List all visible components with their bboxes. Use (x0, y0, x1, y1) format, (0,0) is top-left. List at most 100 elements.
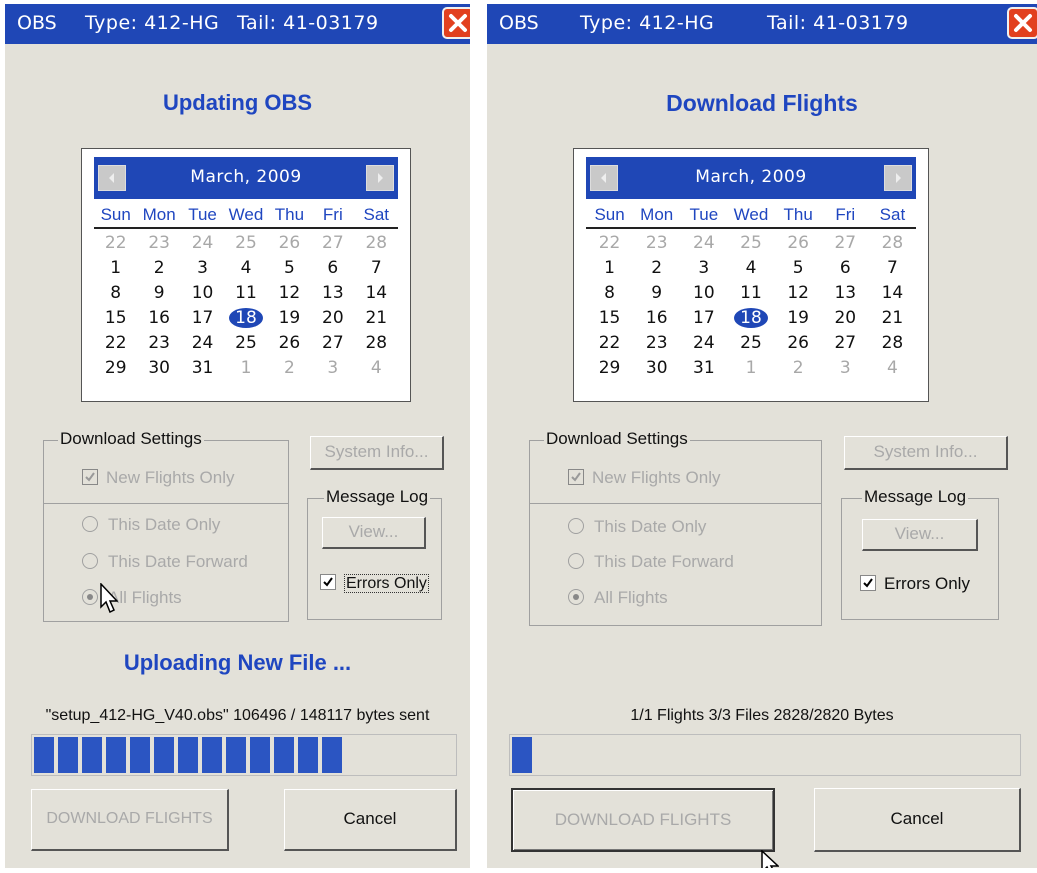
calendar-day-adjacent[interactable]: 25 (226, 231, 266, 255)
calendar-day[interactable]: 12 (778, 281, 818, 305)
calendar-day[interactable]: 29 (96, 356, 136, 380)
calendar-day[interactable]: 22 (96, 331, 136, 355)
system-info-button[interactable]: System Info... (844, 436, 1008, 470)
calendar-day-adjacent[interactable]: 24 (183, 231, 223, 255)
calendar-day[interactable]: 23 (139, 331, 179, 355)
calendar-day-adjacent[interactable]: 27 (313, 231, 353, 255)
errors-only-checkbox[interactable]: Errors Only (860, 574, 970, 594)
calendar-day[interactable]: 3 (684, 256, 724, 280)
calendar-day[interactable]: 28 (356, 331, 396, 355)
calendar-day-adjacent[interactable]: 1 (731, 356, 771, 380)
calendar-day[interactable]: 12 (269, 281, 309, 305)
close-button[interactable] (1007, 7, 1037, 39)
download-flights-button[interactable]: DOWNLOAD FLIGHTS (511, 788, 775, 852)
calendar-day-adjacent[interactable]: 28 (872, 231, 912, 255)
calendar-day-adjacent[interactable]: 26 (778, 231, 818, 255)
all-flights-radio[interactable]: All Flights (568, 588, 668, 608)
calendar-day[interactable]: 6 (825, 256, 865, 280)
calendar-day[interactable]: 18 (731, 306, 771, 330)
calendar-day-adjacent[interactable]: 3 (825, 356, 865, 380)
calendar-day[interactable]: 26 (269, 331, 309, 355)
calendar-day-adjacent[interactable]: 2 (269, 356, 309, 380)
calendar-day[interactable]: 30 (139, 356, 179, 380)
calendar-day[interactable]: 5 (778, 256, 818, 280)
calendar-day[interactable]: 13 (313, 281, 353, 305)
this-date-only-radio[interactable]: This Date Only (568, 517, 706, 537)
all-flights-radio[interactable]: All Flights (82, 588, 182, 608)
calendar-day-adjacent[interactable]: 25 (731, 231, 771, 255)
calendar-day[interactable]: 28 (872, 331, 912, 355)
calendar-day-adjacent[interactable]: 4 (872, 356, 912, 380)
calendar-day[interactable]: 31 (684, 356, 724, 380)
calendar-day[interactable]: 9 (637, 281, 677, 305)
calendar-day[interactable]: 5 (269, 256, 309, 280)
calendar-day-adjacent[interactable]: 28 (356, 231, 396, 255)
this-date-forward-radio[interactable]: This Date Forward (82, 552, 248, 572)
calendar-day[interactable]: 7 (356, 256, 396, 280)
calendar-day[interactable]: 20 (825, 306, 865, 330)
errors-only-checkbox[interactable]: Errors Only (320, 574, 429, 593)
this-date-forward-radio[interactable]: This Date Forward (568, 552, 734, 572)
calendar-day[interactable]: 19 (269, 306, 309, 330)
calendar-day-adjacent[interactable]: 23 (139, 231, 179, 255)
calendar-day[interactable]: 13 (825, 281, 865, 305)
calendar-day[interactable]: 9 (139, 281, 179, 305)
calendar-day[interactable]: 16 (139, 306, 179, 330)
calendar-day[interactable]: 1 (590, 256, 630, 280)
calendar-day[interactable]: 4 (731, 256, 771, 280)
calendar-day[interactable]: 25 (731, 331, 771, 355)
view-log-button[interactable]: View... (862, 519, 978, 551)
calendar-day[interactable]: 27 (313, 331, 353, 355)
calendar-day[interactable]: 15 (96, 306, 136, 330)
calendar-day-adjacent[interactable]: 3 (313, 356, 353, 380)
close-button[interactable] (442, 7, 470, 39)
calendar-day[interactable]: 14 (872, 281, 912, 305)
calendar-day-adjacent[interactable]: 4 (356, 356, 396, 380)
calendar-day-adjacent[interactable]: 23 (637, 231, 677, 255)
calendar-day[interactable]: 21 (356, 306, 396, 330)
this-date-only-radio[interactable]: This Date Only (82, 515, 220, 535)
new-flights-only-checkbox[interactable]: New Flights Only (82, 468, 234, 488)
calendar-day[interactable]: 2 (139, 256, 179, 280)
calendar-day[interactable]: 19 (778, 306, 818, 330)
calendar-day[interactable]: 8 (96, 281, 136, 305)
calendar-day[interactable]: 10 (183, 281, 223, 305)
calendar-day[interactable]: 1 (96, 256, 136, 280)
calendar-day[interactable]: 6 (313, 256, 353, 280)
calendar-day[interactable]: 30 (637, 356, 677, 380)
calendar-day[interactable]: 7 (872, 256, 912, 280)
next-month-button[interactable] (884, 165, 912, 191)
next-month-button[interactable] (366, 165, 394, 191)
calendar-day[interactable]: 15 (590, 306, 630, 330)
calendar-day-adjacent[interactable]: 1 (226, 356, 266, 380)
calendar-day[interactable]: 3 (183, 256, 223, 280)
calendar-day[interactable]: 29 (590, 356, 630, 380)
cancel-button[interactable]: Cancel (814, 788, 1021, 852)
calendar-day[interactable]: 24 (684, 331, 724, 355)
calendar-day[interactable]: 31 (183, 356, 223, 380)
calendar-day[interactable]: 10 (684, 281, 724, 305)
calendar-day-adjacent[interactable]: 2 (778, 356, 818, 380)
calendar-day[interactable]: 4 (226, 256, 266, 280)
calendar-day-adjacent[interactable]: 24 (684, 231, 724, 255)
calendar-day-adjacent[interactable]: 27 (825, 231, 865, 255)
new-flights-only-checkbox[interactable]: New Flights Only (568, 468, 720, 488)
calendar-day[interactable]: 2 (637, 256, 677, 280)
calendar-day[interactable]: 18 (226, 306, 266, 330)
calendar-day[interactable]: 17 (684, 306, 724, 330)
calendar-day[interactable]: 11 (226, 281, 266, 305)
calendar-day[interactable]: 20 (313, 306, 353, 330)
calendar-day[interactable]: 26 (778, 331, 818, 355)
system-info-button[interactable]: System Info... (310, 436, 444, 470)
calendar-day-adjacent[interactable]: 26 (269, 231, 309, 255)
calendar-day[interactable]: 14 (356, 281, 396, 305)
calendar-day[interactable]: 21 (872, 306, 912, 330)
calendar-day-adjacent[interactable]: 22 (590, 231, 630, 255)
calendar-day-adjacent[interactable]: 22 (96, 231, 136, 255)
calendar-day[interactable]: 24 (183, 331, 223, 355)
calendar-day[interactable]: 27 (825, 331, 865, 355)
calendar-day[interactable]: 23 (637, 331, 677, 355)
calendar-day[interactable]: 17 (183, 306, 223, 330)
calendar-day[interactable]: 25 (226, 331, 266, 355)
calendar-day[interactable]: 11 (731, 281, 771, 305)
